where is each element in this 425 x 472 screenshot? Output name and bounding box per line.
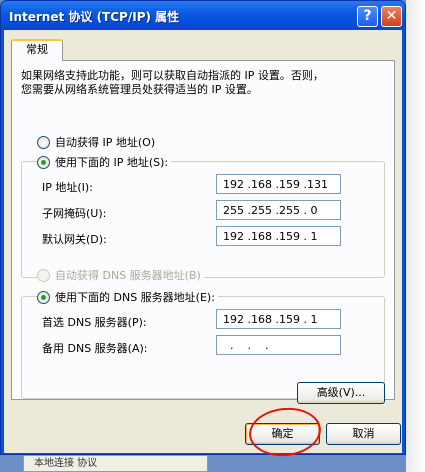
dialog-client-area: 常规 如果网络支持此功能，则可以获取自动指派的 IP 设置。否则， 您需要从网络… xyxy=(4,30,402,453)
alternate-dns-label: 备用 DNS 服务器(A): xyxy=(42,342,148,355)
preferred-dns-label: 首选 DNS 服务器(P): xyxy=(42,316,147,329)
subnet-mask-label: 子网掩码(U): xyxy=(42,207,107,220)
ip-address-label: IP 地址(I): xyxy=(42,181,93,194)
radio-auto-dns[interactable]: 自动获得 DNS 服务器地址(B) xyxy=(37,267,204,283)
radio-auto-ip[interactable]: 自动获得 IP 地址(O) xyxy=(37,134,159,150)
advanced-button[interactable]: 高级(V)... xyxy=(297,382,385,404)
background-window-tab: 本地连接 协议 xyxy=(23,455,208,472)
preferred-dns-input[interactable]: 192 .168 .159 . 1 xyxy=(216,309,341,329)
title-bar[interactable]: Internet 协议 (TCP/IP) 属性 ? ✕ xyxy=(1,1,405,30)
radio-button-checked[interactable] xyxy=(37,290,50,304)
radio-manual-ip-label: 使用下面的 IP 地址(S): xyxy=(55,156,169,169)
ok-button[interactable]: 确定 xyxy=(245,423,320,445)
default-gateway-input[interactable]: 192 .168 .159 . 1 xyxy=(216,226,341,246)
tcpip-properties-dialog: Internet 协议 (TCP/IP) 属性 ? ✕ 常规 如果网络支持此功能… xyxy=(0,0,406,455)
radio-button-disabled[interactable] xyxy=(37,268,50,282)
radio-auto-dns-label: 自动获得 DNS 服务器地址(B) xyxy=(55,269,201,282)
window-title: Internet 协议 (TCP/IP) 属性 xyxy=(9,10,180,24)
radio-manual-ip[interactable]: 使用下面的 IP 地址(S): xyxy=(37,154,172,170)
radio-manual-dns[interactable]: 使用下面的 DNS 服务器地址(E): xyxy=(37,289,218,305)
background-desktop xyxy=(406,0,425,472)
radio-button-unchecked[interactable] xyxy=(37,135,50,149)
ip-address-input[interactable]: 192 .168 .159 .131 xyxy=(216,174,341,194)
alternate-dns-input[interactable]: . . . xyxy=(216,335,341,355)
radio-manual-dns-label: 使用下面的 DNS 服务器地址(E): xyxy=(55,291,215,304)
radio-auto-ip-label: 自动获得 IP 地址(O) xyxy=(55,136,156,149)
help-button[interactable]: ? xyxy=(357,6,378,27)
tab-general[interactable]: 常规 xyxy=(11,39,63,61)
close-button[interactable]: ✕ xyxy=(381,6,402,27)
subnet-mask-input[interactable]: 255 .255 .255 . 0 xyxy=(216,200,341,220)
radio-button-checked[interactable] xyxy=(37,155,50,169)
cancel-button[interactable]: 取消 xyxy=(326,423,401,445)
description-text: 如果网络支持此功能，则可以获取自动指派的 IP 设置。否则， 您需要从网络系统管… xyxy=(21,69,324,96)
default-gateway-label: 默认网关(D): xyxy=(42,233,107,246)
